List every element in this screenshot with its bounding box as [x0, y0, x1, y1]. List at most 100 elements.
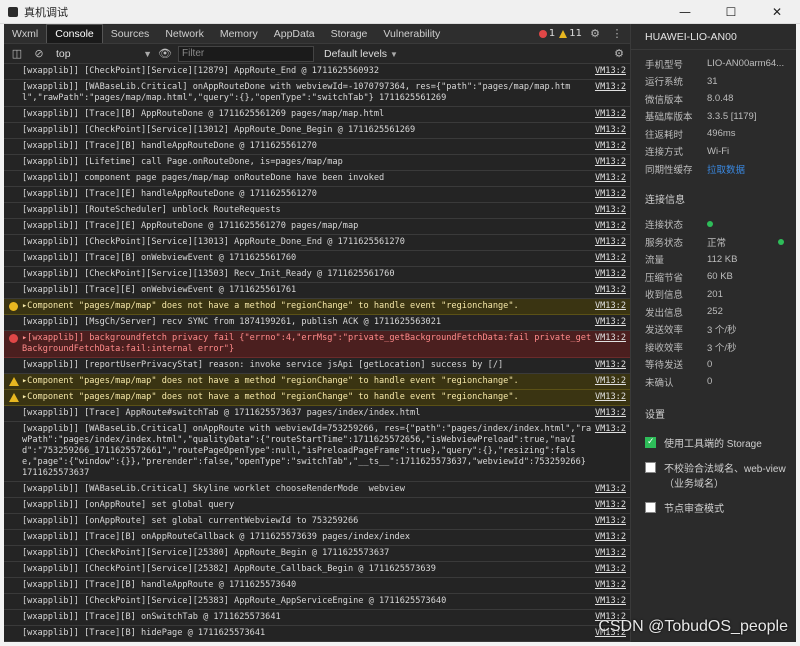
setting-checkbox-row[interactable]: 不校验合法域名、web-view（业务域名） — [631, 460, 796, 490]
log-row: [wxapplib]] [WABaseLib.Critical] onAppRo… — [4, 422, 630, 482]
log-source-link[interactable]: VM13:2 — [595, 500, 626, 511]
log-source-link[interactable]: VM13:2 — [595, 82, 626, 93]
window-titlebar: 真机调试 — ☐ ✕ — [0, 0, 800, 24]
console-log-list[interactable]: [wxapplib]] [CheckPoint][Service][12879]… — [4, 64, 630, 642]
log-source-link[interactable]: VM13:2 — [595, 317, 626, 328]
info-key: 收到信息 — [645, 290, 684, 302]
warning-icon — [9, 302, 18, 311]
log-message: ▸[wxapplib]] backgroundfetch privacy fai… — [22, 333, 592, 354]
error-count: 1 — [548, 28, 556, 39]
setting-checkbox-row[interactable]: 使用工具端的 Storage — [631, 435, 796, 450]
tab-vulnerability[interactable]: Vulnerability — [375, 24, 448, 43]
info-row: 基础库版本 3.3.5 [1179] — [631, 108, 796, 126]
setting-label: 不校验合法域名、web-view（业务域名） — [664, 463, 786, 490]
maximize-button[interactable]: ☐ — [708, 0, 754, 24]
log-row: ▸Component "pages/map/map" does not have… — [4, 390, 630, 406]
log-source-link[interactable]: VM13:2 — [595, 301, 626, 312]
log-source-link[interactable]: VM13:2 — [595, 205, 626, 216]
log-source-link[interactable]: VM13:2 — [595, 237, 626, 248]
log-row: [wxapplib]] [CheckPoint][Service][13503]… — [4, 267, 630, 283]
tab-memory[interactable]: Memory — [212, 24, 266, 43]
watermark: CSDN @TobudOS_people — [598, 618, 788, 635]
log-row: [wxapplib]] [Trace][B] onAppRouteCallbac… — [4, 530, 630, 546]
tab-console[interactable]: Console — [46, 24, 103, 43]
sidebar-toggle-icon[interactable]: ◫ — [8, 45, 26, 63]
log-row: [wxapplib]] [WABaseLib.Critical] Skyline… — [4, 482, 630, 498]
log-message: [wxapplib]] [onAppRoute] set global curr… — [22, 516, 359, 526]
tab-storage[interactable]: Storage — [323, 24, 376, 43]
log-source-link[interactable]: VM13:2 — [595, 408, 626, 419]
info-key: 手机型号 — [645, 59, 684, 71]
log-source-link[interactable]: VM13:2 — [595, 333, 626, 344]
log-source-link[interactable]: VM13:2 — [595, 376, 626, 387]
info-value: 正常 — [707, 237, 727, 249]
clear-console-icon[interactable]: ⊘ — [30, 45, 48, 63]
log-source-link[interactable]: VM13:2 — [595, 285, 626, 296]
log-source-link[interactable]: VM13:2 — [595, 173, 626, 184]
log-source-link[interactable]: VM13:2 — [595, 532, 626, 543]
more-menu-icon[interactable]: ⋮ — [608, 25, 626, 43]
log-source-link[interactable]: VM13:2 — [595, 269, 626, 280]
log-levels-select[interactable]: Default levels ▼ — [324, 48, 398, 60]
filter-input[interactable]: Filter — [178, 45, 314, 62]
info-row: 流量 112 KB — [631, 251, 796, 269]
log-source-link[interactable]: VM13:2 — [595, 484, 626, 495]
log-row: [wxapplib]] [WABaseLib.Critical] onAppRo… — [4, 80, 630, 107]
context-select[interactable]: top ▼ — [52, 46, 152, 62]
log-source-link[interactable]: VM13:2 — [595, 548, 626, 559]
log-source-link[interactable]: VM13:2 — [595, 221, 626, 232]
info-link[interactable]: 拉取数据 — [707, 162, 745, 176]
info-key: 基础库版本 — [645, 112, 693, 124]
tabbar-right: 1 11 ⚙ ⋮ — [538, 24, 630, 43]
minimize-button[interactable]: — — [662, 0, 708, 24]
log-source-link[interactable]: VM13:2 — [595, 66, 626, 77]
checkbox[interactable] — [645, 436, 656, 448]
tab-appdata[interactable]: AppData — [266, 24, 323, 43]
log-source-link[interactable]: VM13:2 — [595, 564, 626, 575]
info-value: 252 — [707, 306, 723, 318]
log-message: [wxapplib]] [RouteScheduler] unblock Rou… — [22, 205, 281, 215]
log-source-link[interactable]: VM13:2 — [595, 516, 626, 527]
log-source-link[interactable]: VM13:2 — [595, 157, 626, 168]
window-title: 真机调试 — [24, 5, 68, 19]
log-message: [wxapplib]] [CheckPoint][Service][13503]… — [22, 269, 395, 279]
error-icon — [9, 334, 18, 343]
settings-gear-icon[interactable]: ⚙ — [586, 25, 604, 43]
console-settings-gear-icon[interactable]: ⚙ — [610, 45, 628, 63]
log-message: [wxapplib]] [MsgCh/Server] recv SYNC fro… — [22, 317, 442, 327]
info-row: 连接状态 — [631, 216, 796, 234]
log-source-link[interactable]: VM13:2 — [595, 109, 626, 120]
checkbox[interactable] — [645, 501, 656, 513]
setting-label: 使用工具端的 Storage — [664, 438, 762, 450]
info-row: 未确认 0 — [631, 373, 796, 391]
context-select-value: top — [56, 47, 71, 60]
eye-icon[interactable]: 👁 — [156, 45, 174, 63]
log-source-link[interactable]: VM13:2 — [595, 125, 626, 136]
tab-wxml[interactable]: Wxml — [4, 24, 46, 43]
log-row: [wxapplib]] [Trace][E] AppRouteDone @ 17… — [4, 219, 630, 235]
info-row: 手机型号 LIO-AN00arm64... — [631, 55, 796, 73]
log-source-link[interactable]: VM13:2 — [595, 141, 626, 152]
error-count-badge[interactable]: 1 — [538, 28, 556, 39]
log-source-link[interactable]: VM13:2 — [595, 253, 626, 264]
log-source-link[interactable]: VM13:2 — [595, 580, 626, 591]
log-source-link[interactable]: VM13:2 — [595, 360, 626, 371]
log-row: [wxapplib]] [Trace] AppRoute#switchTab @… — [4, 406, 630, 422]
log-source-link[interactable]: VM13:2 — [595, 596, 626, 607]
log-source-link[interactable]: VM13:2 — [595, 189, 626, 200]
warning-count-badge[interactable]: 11 — [559, 28, 582, 39]
close-button[interactable]: ✕ — [754, 0, 800, 24]
tab-sources[interactable]: Sources — [103, 24, 158, 43]
info-key: 未确认 — [645, 377, 674, 389]
info-row: 收到信息 201 — [631, 286, 796, 304]
log-message: [wxapplib]] [WABaseLib.Critical] onAppRo… — [22, 82, 571, 103]
info-value: 201 — [707, 288, 723, 300]
info-key: 同期性缓存 — [645, 164, 693, 176]
log-message: [wxapplib]] [Trace][B] handleAppRouteDon… — [22, 141, 317, 151]
log-message: [wxapplib]] [Trace][B] hidePage @ 171162… — [22, 628, 266, 638]
setting-checkbox-row[interactable]: 节点审查模式 — [631, 500, 796, 515]
log-source-link[interactable]: VM13:2 — [595, 392, 626, 403]
checkbox[interactable] — [645, 461, 656, 473]
log-source-link[interactable]: VM13:2 — [595, 424, 626, 435]
tab-network[interactable]: Network — [157, 24, 212, 43]
